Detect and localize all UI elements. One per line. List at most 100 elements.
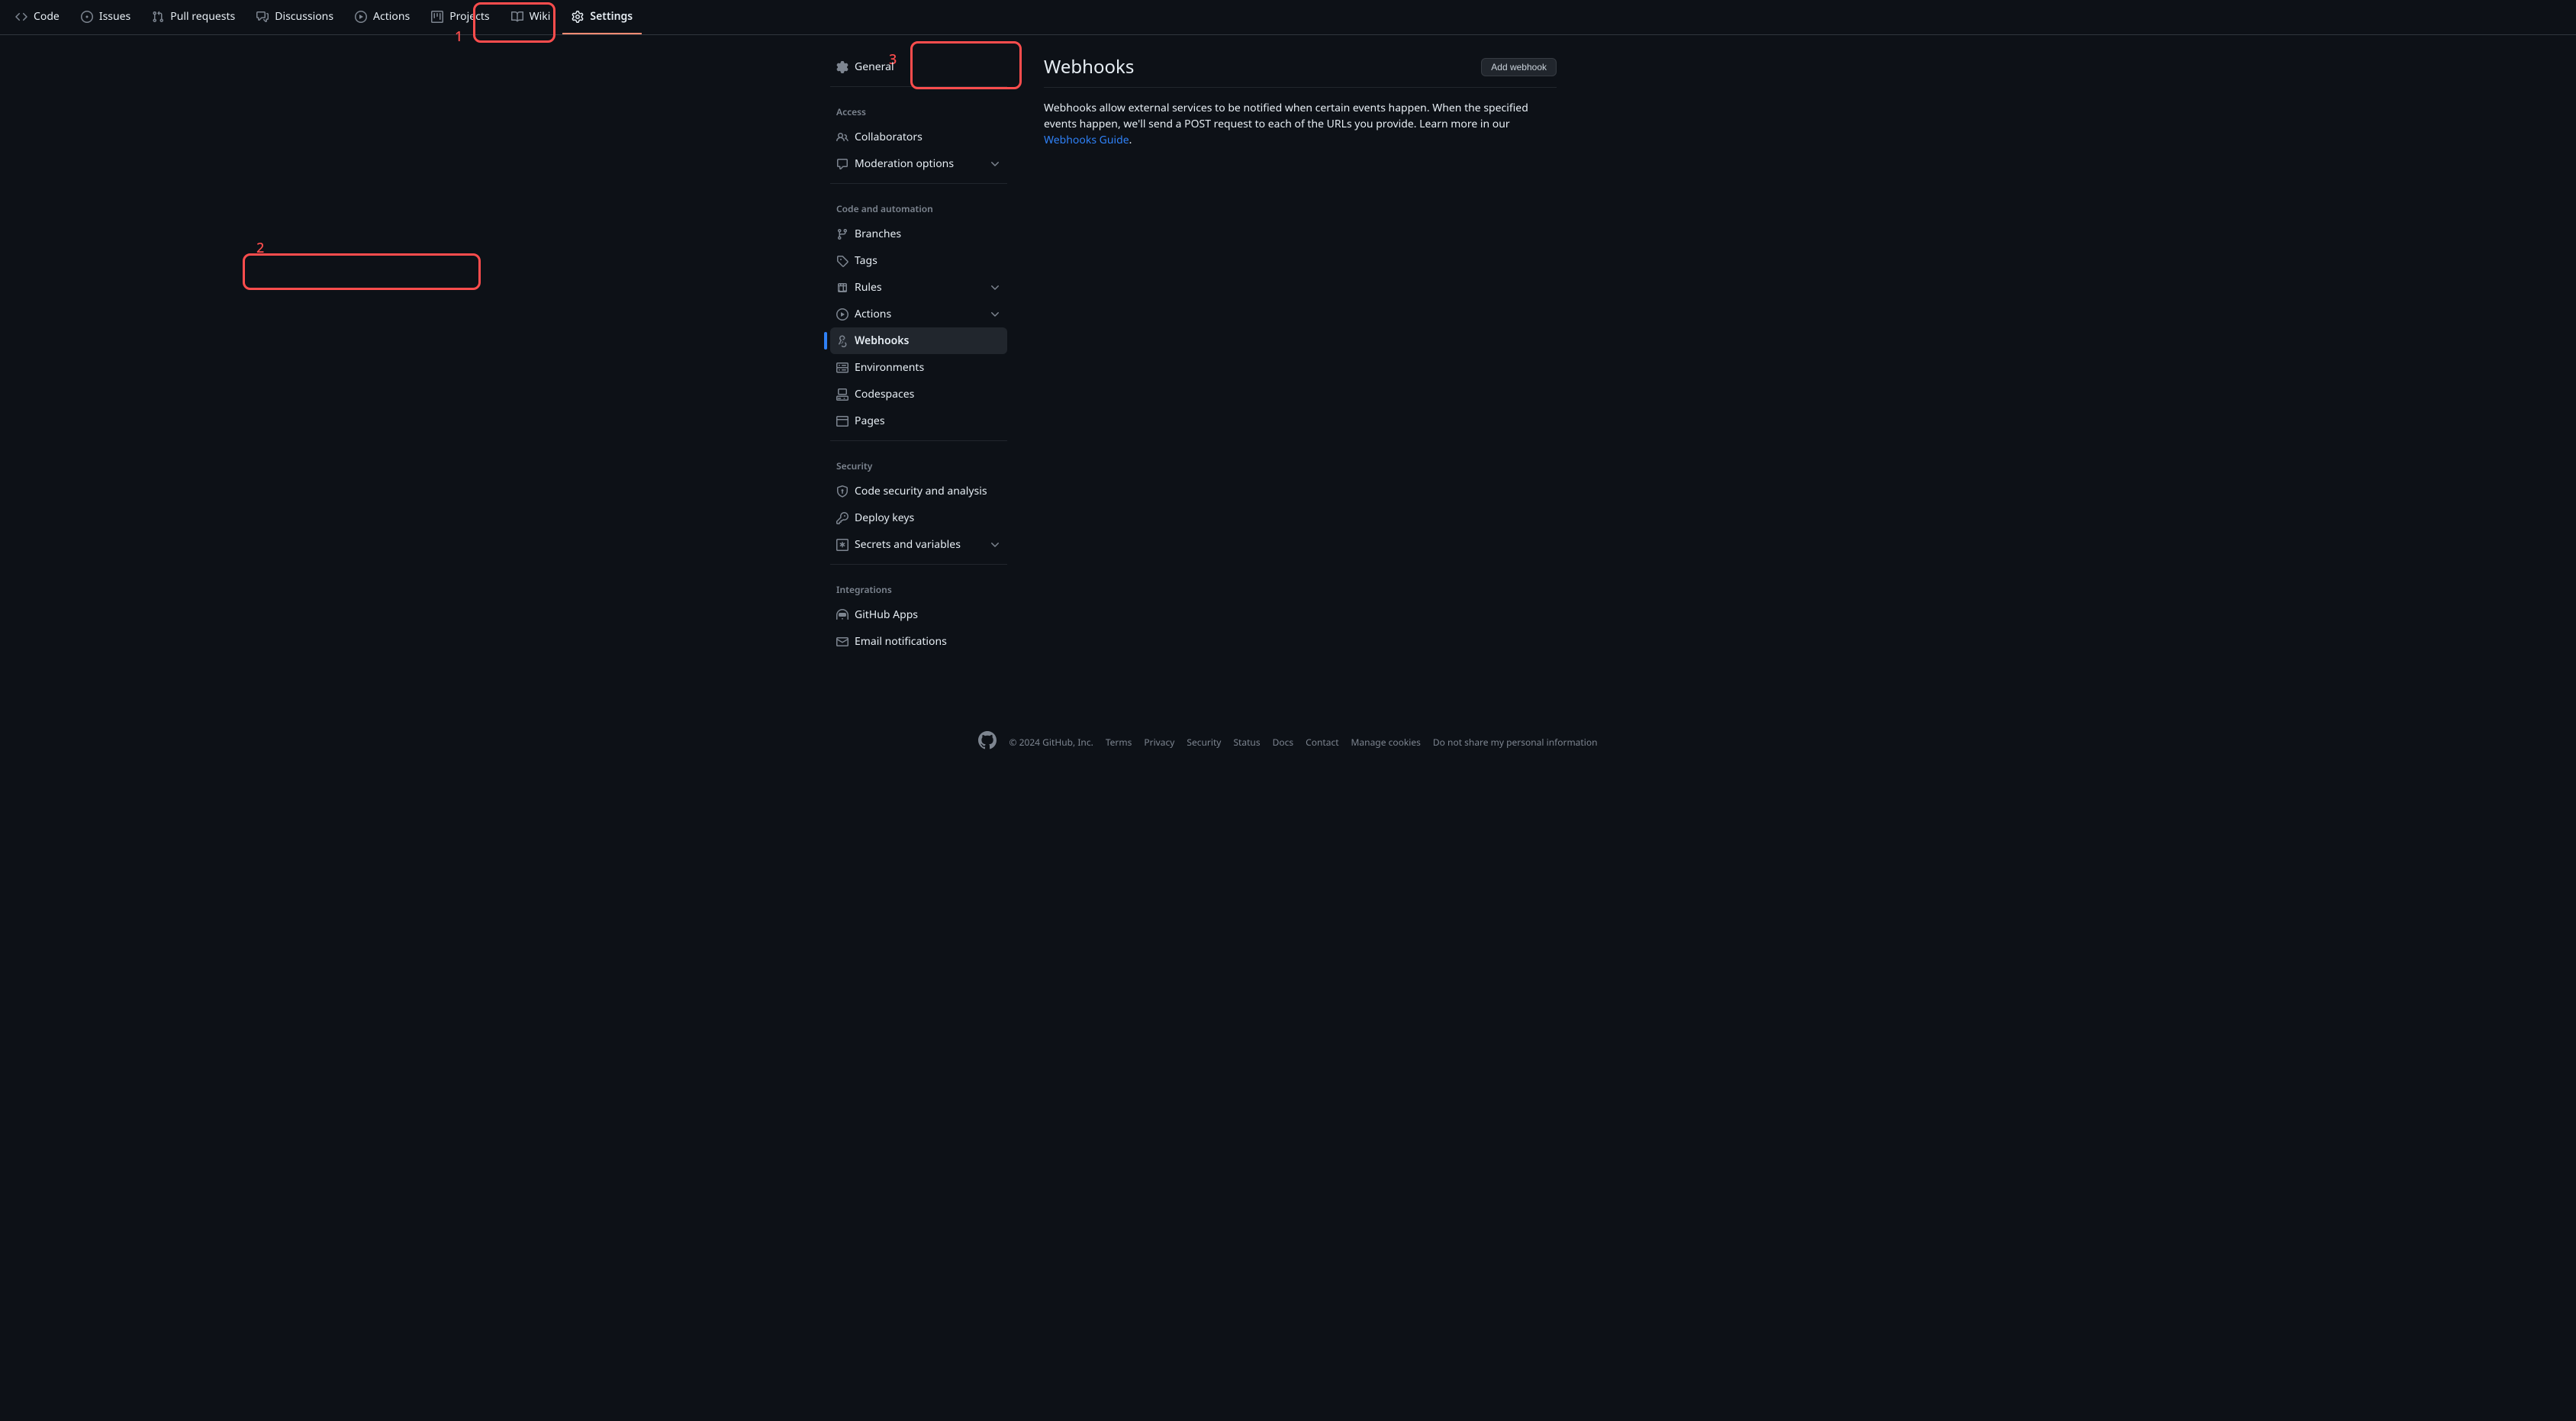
footer-do-not-share[interactable]: Do not share my personal information — [1433, 736, 1598, 749]
sidebar-environments[interactable]: Environments — [830, 354, 1007, 381]
sidebar-secrets-label: Secrets and variables — [855, 536, 961, 553]
page-footer: © 2024 GitHub, Inc. Terms Privacy Securi… — [0, 701, 2576, 784]
issues-icon — [81, 11, 93, 23]
sidebar-pages[interactable]: Pages — [830, 408, 1007, 434]
wiki-icon — [511, 11, 523, 23]
sidebar-pages-label: Pages — [855, 413, 885, 429]
nav-pulls[interactable]: Pull requests — [143, 0, 244, 34]
main-wrapper: General Access Collaborators Moderation … — [800, 35, 1776, 655]
key-icon — [836, 512, 848, 524]
add-webhook-button[interactable]: Add webhook — [1481, 58, 1557, 76]
footer-manage-cookies[interactable]: Manage cookies — [1351, 736, 1421, 749]
gear-icon — [572, 11, 584, 23]
code-icon — [15, 11, 27, 23]
sidebar-deploy-keys-label: Deploy keys — [855, 510, 914, 526]
sidebar-codespaces-label: Codespaces — [855, 386, 914, 402]
nav-code-label: Code — [34, 8, 60, 24]
sidebar-collaborators[interactable]: Collaborators — [830, 124, 1007, 150]
play-icon — [836, 308, 848, 321]
sidebar-actions-label: Actions — [855, 306, 891, 322]
tag-icon — [836, 255, 848, 267]
nav-discussions[interactable]: Discussions — [247, 0, 343, 34]
chevron-down-icon — [989, 282, 1001, 294]
sidebar-rules[interactable]: Rules — [830, 274, 1007, 301]
sidebar-actions[interactable]: Actions — [830, 301, 1007, 327]
nav-discussions-label: Discussions — [275, 8, 333, 24]
branch-icon — [836, 228, 848, 240]
nav-pulls-label: Pull requests — [170, 8, 235, 24]
sidebar-rules-label: Rules — [855, 279, 882, 295]
nav-settings-label: Settings — [590, 8, 633, 24]
sidebar-webhooks-label: Webhooks — [855, 333, 909, 349]
footer-docs[interactable]: Docs — [1273, 736, 1294, 749]
sidebar-environments-label: Environments — [855, 359, 924, 375]
sidebar-tags[interactable]: Tags — [830, 247, 1007, 274]
sidebar-email-notifications[interactable]: Email notifications — [830, 628, 1007, 655]
sidebar-general[interactable]: General — [830, 53, 1007, 80]
sidebar-codespaces[interactable]: Codespaces — [830, 381, 1007, 408]
page-title: Webhooks — [1044, 53, 1134, 81]
content-header: Webhooks Add webhook — [1044, 53, 1557, 88]
sidebar-tags-label: Tags — [855, 253, 877, 269]
divider — [830, 440, 1007, 441]
nav-projects[interactable]: Projects — [422, 0, 498, 34]
footer-links: Terms Privacy Security Status Docs Conta… — [1106, 736, 1598, 749]
sidebar-github-apps-label: GitHub Apps — [855, 607, 918, 623]
settings-sidebar: General Access Collaborators Moderation … — [800, 53, 1026, 655]
sidebar-branches[interactable]: Branches — [830, 221, 1007, 247]
chevron-down-icon — [989, 539, 1001, 551]
pull-request-icon — [152, 11, 164, 23]
sidebar-deploy-keys[interactable]: Deploy keys — [830, 504, 1007, 531]
footer-terms[interactable]: Terms — [1106, 736, 1132, 749]
sidebar-access-title: Access — [830, 93, 1007, 124]
sidebar-general-label: General — [855, 59, 894, 75]
sidebar-secrets[interactable]: Secrets and variables — [830, 531, 1007, 558]
nav-wiki[interactable]: Wiki — [502, 0, 560, 34]
annotation-highlight-2 — [243, 253, 481, 290]
sidebar-integrations-title: Integrations — [830, 571, 1007, 601]
server-icon — [836, 362, 848, 374]
chevron-down-icon — [989, 158, 1001, 170]
footer-privacy[interactable]: Privacy — [1144, 736, 1174, 749]
sidebar-collaborators-label: Collaborators — [855, 129, 923, 145]
sidebar-code-automation-title: Code and automation — [830, 190, 1007, 221]
webhooks-description: Webhooks allow external services to be n… — [1044, 100, 1557, 148]
nav-code[interactable]: Code — [6, 0, 69, 34]
nav-settings[interactable]: Settings — [562, 0, 642, 34]
description-period: . — [1129, 133, 1132, 147]
sidebar-security-title: Security — [830, 447, 1007, 478]
mail-icon — [836, 636, 848, 648]
divider — [830, 564, 1007, 565]
discussions-icon — [256, 11, 269, 23]
footer-security[interactable]: Security — [1187, 736, 1221, 749]
nav-issues[interactable]: Issues — [72, 0, 140, 34]
sidebar-webhooks[interactable]: Webhooks — [830, 327, 1007, 354]
sidebar-github-apps[interactable]: GitHub Apps — [830, 601, 1007, 628]
actions-icon — [355, 11, 367, 23]
nav-actions[interactable]: Actions — [346, 0, 419, 34]
rules-icon — [836, 282, 848, 294]
sidebar-code-security-label: Code security and analysis — [855, 483, 987, 499]
nav-wiki-label: Wiki — [530, 8, 551, 24]
sidebar-email-notifications-label: Email notifications — [855, 633, 947, 649]
annotation-number-2: 2 — [256, 238, 264, 259]
sidebar-branches-label: Branches — [855, 226, 901, 242]
hubot-icon — [836, 609, 848, 621]
nav-issues-label: Issues — [99, 8, 130, 24]
projects-icon — [431, 11, 443, 23]
asterisk-icon — [836, 539, 848, 551]
nav-projects-label: Projects — [449, 8, 489, 24]
webhooks-guide-link[interactable]: Webhooks Guide — [1044, 133, 1129, 147]
sidebar-code-security[interactable]: Code security and analysis — [830, 478, 1007, 504]
footer-status[interactable]: Status — [1233, 736, 1260, 749]
footer-contact[interactable]: Contact — [1306, 736, 1338, 749]
people-icon — [836, 131, 848, 143]
sidebar-moderation[interactable]: Moderation options — [830, 150, 1007, 177]
description-text: Webhooks allow external services to be n… — [1044, 101, 1528, 131]
footer-copyright: © 2024 GitHub, Inc. — [1009, 736, 1093, 749]
comment-icon — [836, 158, 848, 170]
chevron-down-icon — [989, 308, 1001, 321]
divider — [830, 86, 1007, 87]
top-navigation: Code Issues Pull requests Discussions Ac… — [0, 0, 2576, 35]
gear-icon — [836, 61, 848, 73]
